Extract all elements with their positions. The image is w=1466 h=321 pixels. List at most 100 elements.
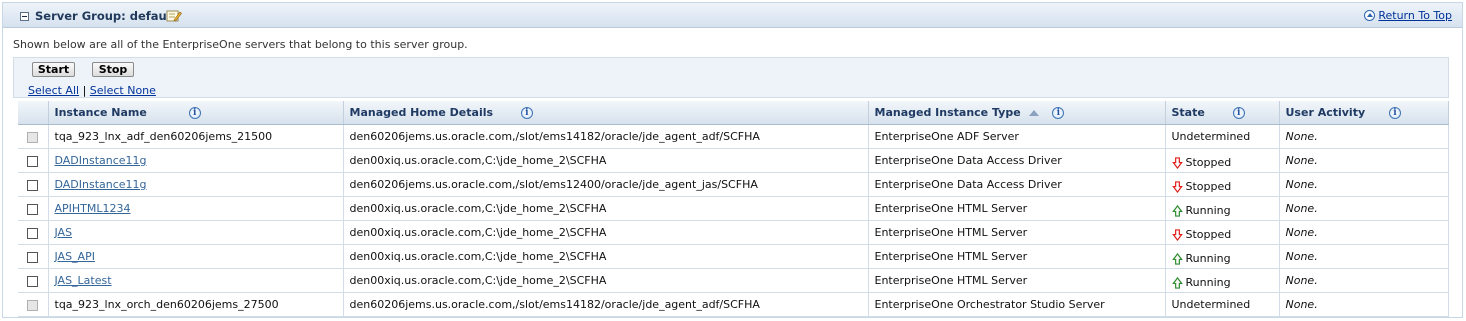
select-cell — [18, 220, 49, 245]
state-cell: Stopped — [1165, 220, 1280, 245]
instance-name-cell: DADInstance11g — [48, 172, 344, 197]
instance-name-cell: JAS_API — [48, 244, 344, 269]
select-none-link[interactable]: Select None — [90, 84, 156, 97]
table-row: DADInstance11g den60206jems.us.oracle.com… — [18, 172, 1449, 197]
row-checkbox[interactable] — [27, 155, 38, 167]
stopped-arrow-icon — [1171, 156, 1183, 169]
select-cell — [18, 196, 49, 221]
instance-name-cell: tqa_923_lnx_adf_den60206jems_21500 — [48, 124, 344, 149]
sort-ascending-icon[interactable] — [1028, 110, 1039, 116]
action-toolbar: Start Stop Select All | Select None — [13, 57, 1449, 98]
instance-name-cell: APIHTML1234 — [48, 196, 344, 221]
instance-name: tqa_923_lnx_orch_den60206jems_27500 — [54, 298, 279, 311]
select-cell — [18, 172, 49, 197]
column-label: Managed Instance Type — [874, 106, 1021, 119]
running-arrow-icon — [1171, 204, 1183, 217]
state-label: Undetermined — [1171, 130, 1251, 143]
managed-home-cell: den60206jems.us.oracle.com,/slot/ems1418… — [343, 292, 869, 317]
column-label: Managed Home Details — [349, 106, 494, 119]
instance-name-link[interactable]: APIHTML1234 — [55, 202, 131, 215]
instance-name-link[interactable]: DADInstance11g — [55, 154, 147, 167]
row-checkbox[interactable] — [27, 251, 38, 263]
table-row: tqa_923_lnx_orch_den60206jems_27500 den60… — [18, 292, 1449, 317]
running-arrow-icon — [1171, 252, 1183, 265]
row-checkbox[interactable] — [27, 179, 38, 191]
user-activity-cell: None. — [1279, 244, 1449, 269]
info-icon[interactable]: i — [520, 107, 533, 119]
table-header-row: Instance Name i Managed Home Details i M… — [18, 101, 1449, 125]
column-header-user-activity[interactable]: User Activity i — [1279, 101, 1449, 125]
state-indicator: Running — [1171, 246, 1231, 265]
instance-type-cell: EnterpriseOne HTML Server — [868, 196, 1166, 221]
select-column-header — [18, 101, 49, 125]
user-activity-cell: None. — [1279, 196, 1449, 221]
table-row: APIHTML1234 den00xiq.us.oracle.com,C:\jde… — [18, 196, 1449, 221]
user-activity-cell: None. — [1279, 124, 1449, 149]
state-indicator: Undetermined — [1172, 298, 1251, 311]
state-cell: Stopped — [1165, 148, 1280, 173]
state-label: Running — [1185, 203, 1231, 217]
info-icon[interactable]: i — [1052, 107, 1065, 119]
return-to-top-link[interactable]: Return To Top — [1364, 9, 1452, 22]
user-activity-cell: None. — [1279, 220, 1449, 245]
managed-home-cell: den00xiq.us.oracle.com,C:\jde_home_2\SCF… — [343, 196, 869, 221]
select-cell — [18, 292, 49, 317]
state-indicator: Running — [1171, 270, 1231, 289]
user-activity-cell: None. — [1279, 292, 1449, 317]
column-header-instance-name[interactable]: Instance Name i — [48, 101, 344, 125]
instance-name-link[interactable]: JAS_Latest — [55, 274, 112, 287]
row-checkbox[interactable] — [27, 275, 38, 287]
state-indicator: Stopped — [1171, 174, 1232, 193]
managed-home-cell: den00xiq.us.oracle.com,C:\jde_home_2\SCF… — [343, 148, 869, 173]
running-arrow-icon — [1171, 276, 1183, 289]
column-header-state[interactable]: State i — [1165, 101, 1280, 125]
state-indicator: Running — [1171, 198, 1231, 217]
managed-home-cell: den00xiq.us.oracle.com,C:\jde_home_2\SCF… — [343, 244, 869, 269]
instance-name-link[interactable]: JAS_API — [55, 250, 95, 263]
column-header-instance-type[interactable]: Managed Instance Type i — [868, 101, 1166, 125]
state-cell: Undetermined — [1165, 292, 1280, 317]
state-label: Stopped — [1185, 227, 1232, 241]
instance-type-cell: EnterpriseOne HTML Server — [868, 220, 1166, 245]
start-button[interactable]: Start — [32, 62, 75, 77]
return-to-top-label: Return To Top — [1378, 9, 1452, 22]
table-row: tqa_923_lnx_adf_den60206jems_21500 den602… — [18, 124, 1449, 149]
select-cell — [18, 124, 49, 149]
collapse-icon[interactable] — [20, 12, 29, 21]
state-label: Stopped — [1185, 155, 1232, 169]
column-label: State — [1171, 106, 1205, 119]
info-icon[interactable]: i — [188, 107, 201, 119]
select-all-link[interactable]: Select All — [28, 84, 79, 97]
servers-table: Instance Name i Managed Home Details i M… — [18, 101, 1449, 317]
info-icon[interactable]: i — [1388, 107, 1401, 119]
stopped-arrow-icon — [1171, 228, 1183, 241]
table-row: JAS den00xiq.us.oracle.com,C:\jde_home_2\… — [18, 220, 1449, 245]
user-activity-cell: None. — [1279, 268, 1449, 293]
row-checkbox[interactable] — [27, 203, 38, 215]
row-checkbox — [27, 131, 38, 143]
state-cell: Stopped — [1165, 172, 1280, 197]
column-label: Instance Name — [54, 106, 147, 119]
panel-title: Server Group: default — [35, 9, 177, 23]
stop-button[interactable]: Stop — [92, 62, 134, 77]
column-label: User Activity — [1285, 106, 1366, 119]
instance-name-cell: JAS — [48, 220, 344, 245]
instance-name-link[interactable]: JAS — [55, 226, 73, 239]
table-row: DADInstance11g den00xiq.us.oracle.com,C:\… — [18, 148, 1449, 173]
state-indicator: Undetermined — [1172, 130, 1251, 143]
edit-icon[interactable] — [166, 9, 182, 23]
stopped-arrow-icon — [1171, 180, 1183, 193]
instance-name-link[interactable]: DADInstance11g — [55, 178, 147, 191]
info-icon[interactable]: i — [1232, 107, 1245, 119]
instance-type-cell: EnterpriseOne HTML Server — [868, 244, 1166, 269]
state-cell: Running — [1165, 196, 1280, 221]
column-header-managed-home[interactable]: Managed Home Details i — [343, 101, 869, 125]
state-indicator: Stopped — [1171, 150, 1232, 169]
panel-description: Shown below are all of the EnterpriseOne… — [13, 38, 468, 51]
select-cell — [18, 244, 49, 269]
panel-header: Server Group: default Return To Top — [3, 3, 1462, 28]
server-group-panel: Server Group: default Return To Top Show… — [2, 2, 1463, 318]
row-checkbox[interactable] — [27, 227, 38, 239]
state-label: Stopped — [1185, 179, 1232, 193]
instance-type-cell: EnterpriseOne HTML Server — [868, 268, 1166, 293]
